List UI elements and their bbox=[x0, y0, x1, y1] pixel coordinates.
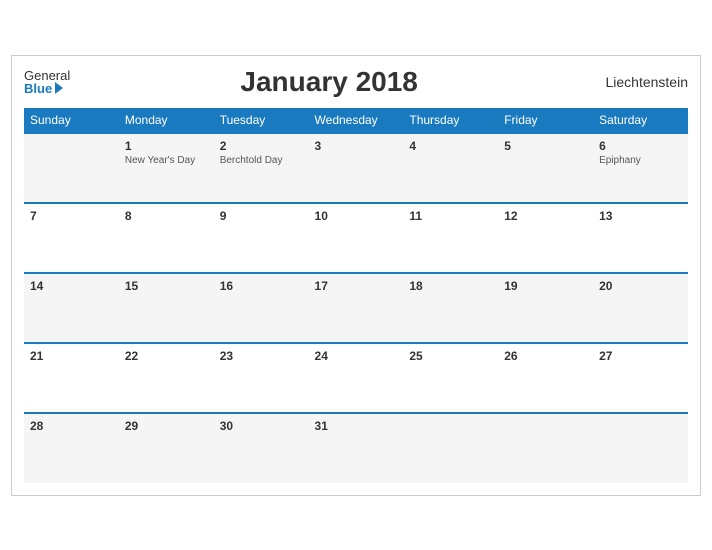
day-number: 20 bbox=[599, 279, 682, 293]
day-number: 17 bbox=[315, 279, 398, 293]
calendar-cell: 31 bbox=[309, 413, 404, 483]
calendar-cell: 21 bbox=[24, 343, 119, 413]
logo: General Blue bbox=[24, 69, 70, 95]
day-number: 14 bbox=[30, 279, 113, 293]
day-number: 6 bbox=[599, 139, 682, 153]
week-row-1: 1 New Year's Day 2 Berchtold Day 3456 Epiphan… bbox=[24, 133, 688, 203]
calendar-cell bbox=[403, 413, 498, 483]
holiday-name: New Year's Day bbox=[125, 155, 208, 166]
calendar-cell: 11 bbox=[403, 203, 498, 273]
holiday-name: Berchtold Day bbox=[220, 155, 303, 166]
calendar-cell: 9 bbox=[214, 203, 309, 273]
calendar-cell: 4 bbox=[403, 133, 498, 203]
day-number: 25 bbox=[409, 349, 492, 363]
calendar-cell: 16 bbox=[214, 273, 309, 343]
calendar-cell bbox=[24, 133, 119, 203]
calendar-cell: 14 bbox=[24, 273, 119, 343]
calendar-cell: 27 bbox=[593, 343, 688, 413]
calendar-container: General Blue January 2018 Liechtenstein … bbox=[11, 55, 701, 496]
day-number: 10 bbox=[315, 209, 398, 223]
day-number: 13 bbox=[599, 209, 682, 223]
country-name: Liechtenstein bbox=[588, 74, 688, 90]
logo-general-text: General bbox=[24, 69, 70, 82]
day-number: 4 bbox=[409, 139, 492, 153]
calendar-cell: 13 bbox=[593, 203, 688, 273]
header-wednesday: Wednesday bbox=[309, 108, 404, 133]
calendar-cell: 17 bbox=[309, 273, 404, 343]
calendar-cell: 10 bbox=[309, 203, 404, 273]
week-row-5: 28 29 30 31 bbox=[24, 413, 688, 483]
calendar-cell: 23 bbox=[214, 343, 309, 413]
day-number: 1 bbox=[125, 139, 208, 153]
day-number: 16 bbox=[220, 279, 303, 293]
day-number: 23 bbox=[220, 349, 303, 363]
header-monday: Monday bbox=[119, 108, 214, 133]
calendar-cell: 1 New Year's Day bbox=[119, 133, 214, 203]
day-number: 9 bbox=[220, 209, 303, 223]
day-number: 3 bbox=[315, 139, 398, 153]
calendar-cell: 20 bbox=[593, 273, 688, 343]
header-saturday: Saturday bbox=[593, 108, 688, 133]
calendar-cell: 3 bbox=[309, 133, 404, 203]
weekday-header-row: Sunday Monday Tuesday Wednesday Thursday… bbox=[24, 108, 688, 133]
header-sunday: Sunday bbox=[24, 108, 119, 133]
day-number: 15 bbox=[125, 279, 208, 293]
header-friday: Friday bbox=[498, 108, 593, 133]
day-number: 27 bbox=[599, 349, 682, 363]
calendar-cell: 25 bbox=[403, 343, 498, 413]
header-thursday: Thursday bbox=[403, 108, 498, 133]
calendar-cell bbox=[593, 413, 688, 483]
calendar-cell: 18 bbox=[403, 273, 498, 343]
calendar-cell: 8 bbox=[119, 203, 214, 273]
calendar-cell: 12 bbox=[498, 203, 593, 273]
day-number: 19 bbox=[504, 279, 587, 293]
holiday-name: Epiphany bbox=[599, 155, 682, 166]
logo-blue-text: Blue bbox=[24, 82, 70, 95]
week-row-3: 14 15 16 17 18 19 20 bbox=[24, 273, 688, 343]
week-row-4: 21 22 23 24 25 26 27 bbox=[24, 343, 688, 413]
day-number: 12 bbox=[504, 209, 587, 223]
day-number: 18 bbox=[409, 279, 492, 293]
calendar-grid: Sunday Monday Tuesday Wednesday Thursday… bbox=[24, 108, 688, 483]
day-number: 24 bbox=[315, 349, 398, 363]
day-number: 8 bbox=[125, 209, 208, 223]
day-number: 5 bbox=[504, 139, 587, 153]
calendar-cell: 15 bbox=[119, 273, 214, 343]
day-number: 26 bbox=[504, 349, 587, 363]
calendar-cell: 24 bbox=[309, 343, 404, 413]
day-number: 28 bbox=[30, 419, 113, 433]
calendar-cell bbox=[498, 413, 593, 483]
calendar-cell: 29 bbox=[119, 413, 214, 483]
calendar-cell: 26 bbox=[498, 343, 593, 413]
day-number: 30 bbox=[220, 419, 303, 433]
calendar-header: General Blue January 2018 Liechtenstein bbox=[24, 66, 688, 98]
calendar-cell: 28 bbox=[24, 413, 119, 483]
calendar-cell: 30 bbox=[214, 413, 309, 483]
day-number: 7 bbox=[30, 209, 113, 223]
day-number: 22 bbox=[125, 349, 208, 363]
calendar-cell: 7 bbox=[24, 203, 119, 273]
week-row-2: 789 10 11 12 13 bbox=[24, 203, 688, 273]
day-number: 21 bbox=[30, 349, 113, 363]
day-number: 31 bbox=[315, 419, 398, 433]
calendar-cell: 6 Epiphany bbox=[593, 133, 688, 203]
header-tuesday: Tuesday bbox=[214, 108, 309, 133]
calendar-cell: 19 bbox=[498, 273, 593, 343]
logo-triangle-icon bbox=[55, 82, 63, 94]
day-number: 29 bbox=[125, 419, 208, 433]
calendar-title: January 2018 bbox=[70, 66, 588, 98]
day-number: 2 bbox=[220, 139, 303, 153]
day-number: 11 bbox=[409, 209, 492, 223]
calendar-cell: 22 bbox=[119, 343, 214, 413]
calendar-cell: 2 Berchtold Day bbox=[214, 133, 309, 203]
calendar-cell: 5 bbox=[498, 133, 593, 203]
